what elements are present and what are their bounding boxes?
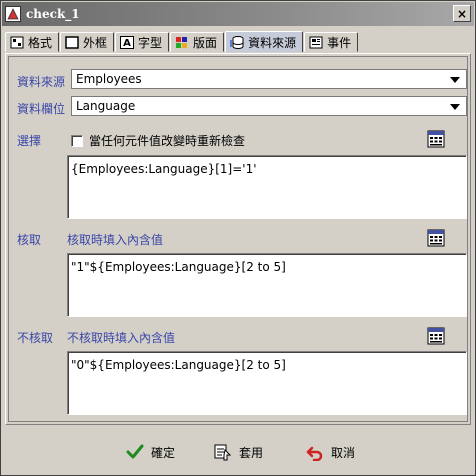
- undo-arrow-icon: [305, 442, 325, 462]
- tab-event[interactable]: 事件: [304, 32, 359, 52]
- cancel-label: 取消: [331, 445, 356, 460]
- field-value: Language: [76, 99, 136, 113]
- formula-editor-button-checked[interactable]: [426, 228, 446, 248]
- formula-editor-icon: [427, 229, 445, 247]
- checked-expression[interactable]: "1"${Employees:Language}[2 to 5]: [67, 253, 467, 317]
- border-icon: [65, 35, 79, 49]
- recheck-option[interactable]: 當任何元件值改變時重新檢查: [71, 132, 245, 149]
- field-label: 資料欄位: [17, 102, 66, 116]
- field-select[interactable]: Language: [71, 96, 467, 116]
- svg-text:A: A: [123, 38, 131, 49]
- formula-editor-icon: [427, 130, 445, 148]
- source-value: Employees: [76, 72, 142, 86]
- tab-layout[interactable]: 版面: [170, 32, 225, 52]
- chevron-down-icon: [450, 77, 460, 83]
- formula-editor-button-unchecked[interactable]: [426, 326, 446, 346]
- tab-label: 資料來源: [248, 35, 297, 50]
- unchecked-expression[interactable]: "0"${Employees:Language}[2 to 5]: [67, 351, 467, 415]
- tab-border[interactable]: 外框: [60, 32, 115, 52]
- tab-format[interactable]: 格式: [5, 32, 60, 52]
- checked-label: 核取: [17, 233, 42, 247]
- formula-editor-icon: [427, 327, 445, 345]
- source-select[interactable]: Employees: [71, 69, 467, 89]
- recheck-checkbox[interactable]: [71, 134, 83, 147]
- tab-label: 事件: [327, 35, 352, 50]
- ok-label: 確定: [151, 445, 176, 460]
- cancel-button[interactable]: 取消: [305, 441, 355, 463]
- apply-label: 套用: [239, 445, 264, 460]
- unchecked-sublabel: 不核取時填入內含值: [67, 331, 176, 345]
- recheck-label: 當任何元件值改變時重新檢查: [89, 134, 246, 148]
- button-bar: 確定 套用 取消: [1, 429, 475, 475]
- tab-strip: 格式 外框 A 字型 版面 資料來源 事件: [5, 31, 359, 53]
- source-label: 資料來源: [17, 75, 66, 89]
- checkmark-icon: [125, 442, 145, 462]
- format-icon: [10, 36, 24, 49]
- font-icon: A: [120, 35, 135, 49]
- tab-label: 字型: [138, 35, 163, 50]
- title-bar[interactable]: check_1 ×: [2, 2, 474, 26]
- dialog-window: check_1 × 格式 外框 A 字型 版面 資料來源 事件 資料來源 Emp…: [0, 0, 476, 476]
- event-icon: [309, 36, 323, 49]
- tab-label: 外框: [83, 35, 108, 50]
- unchecked-expression-text: "0"${Employees:Language}[2 to 5]: [71, 358, 286, 372]
- ok-button[interactable]: 確定: [125, 441, 175, 463]
- checked-sublabel: 核取時填入內含值: [67, 233, 164, 247]
- select-label: 選擇: [17, 134, 42, 148]
- close-icon: ×: [456, 6, 468, 21]
- checked-expression-text: "1"${Employees:Language}[2 to 5]: [71, 260, 286, 274]
- datasource-panel: 資料來源 Employees 資料欄位 Language 選擇 當任何元件值改變…: [8, 56, 468, 422]
- tab-label: 格式: [28, 35, 53, 50]
- app-icon: [5, 6, 21, 22]
- select-expression-text: {Employees:Language}[1]='1': [71, 162, 257, 176]
- tab-datasource[interactable]: 資料來源: [225, 31, 304, 52]
- close-button[interactable]: ×: [453, 5, 471, 22]
- formula-editor-button-select[interactable]: [426, 129, 446, 149]
- layout-icon: [175, 36, 189, 49]
- apply-icon: [213, 442, 233, 462]
- database-icon: [230, 35, 244, 49]
- tab-font[interactable]: A 字型: [115, 32, 170, 52]
- unchecked-label: 不核取: [17, 331, 54, 345]
- chevron-down-icon: [450, 104, 460, 110]
- apply-button[interactable]: 套用: [213, 441, 263, 463]
- tab-label: 版面: [193, 35, 218, 50]
- window-title: check_1: [26, 7, 80, 21]
- select-expression[interactable]: {Employees:Language}[1]='1': [67, 155, 467, 219]
- tab-panel: 資料來源 Employees 資料欄位 Language 選擇 當任何元件值改變…: [5, 53, 471, 425]
